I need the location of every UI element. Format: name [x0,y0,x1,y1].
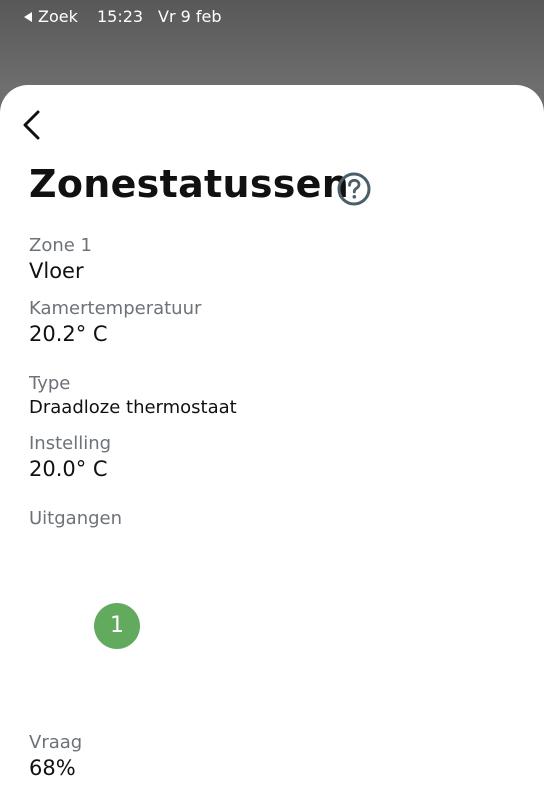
back-button[interactable] [18,109,46,141]
outputs-label: Uitgangen [29,508,123,529]
setting-label: Instelling [29,433,112,454]
demand-label: Vraag [29,732,83,753]
room-temperature-label: Kamertemperatuur [29,298,202,319]
demand-value: 68% [29,756,76,780]
page-title: Zonestatussen [29,162,350,206]
status-date: Vr 9 feb [158,7,222,26]
room-temperature-value: 20.2° C [29,322,108,346]
triangle-left-icon [24,12,32,22]
status-back-label: Zoek [38,7,78,26]
type-value: Draadloze thermostaat [29,397,237,418]
question-circle-icon [337,172,371,206]
status-back-link[interactable]: Zoek [24,0,78,34]
help-button[interactable] [337,172,371,206]
status-time: 15:23 [97,7,144,26]
status-bar: Zoek 15:23 Vr 9 feb [0,0,544,34]
type-label: Type [29,373,71,394]
output-badge: 1 [94,603,140,649]
zone-status-sheet: Zonestatussen Zone 1 Vloer Kamertemperat… [0,85,544,800]
zone-value: Vloer [29,259,84,283]
zone-label: Zone 1 [29,235,92,256]
setting-value: 20.0° C [29,457,108,481]
chevron-left-icon [23,110,40,140]
